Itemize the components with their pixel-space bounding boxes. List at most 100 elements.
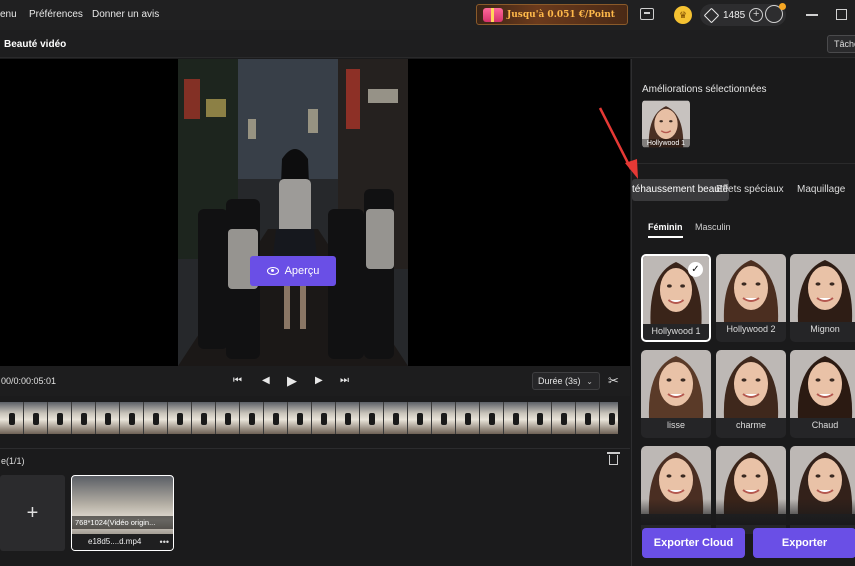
style-card[interactable]: Mignon	[790, 254, 855, 342]
more-options-icon[interactable]: •••	[160, 537, 169, 547]
filmstrip-frame	[408, 402, 432, 434]
file-count: e(1/1)	[1, 456, 25, 466]
filmstrip-frame	[432, 402, 456, 434]
style-card[interactable]: Hollywood 2	[716, 254, 786, 342]
minimize-icon[interactable]	[806, 14, 818, 16]
style-card[interactable]: Hollywood 1 ✓	[641, 254, 711, 342]
maximize-icon[interactable]	[836, 9, 847, 20]
tab-special-effects[interactable]: Effets spéciaux	[716, 179, 784, 201]
filmstrip-frame	[600, 402, 618, 434]
filmstrip-frame	[72, 402, 96, 434]
filmstrip-frame	[456, 402, 480, 434]
skip-back-icon[interactable]: ⏮	[233, 375, 242, 386]
filmstrip-frame	[336, 402, 360, 434]
skip-forward-icon[interactable]: ⏭	[340, 375, 349, 386]
subtab-feminine[interactable]: Féminin	[648, 222, 683, 238]
export-cloud-button[interactable]: Exporter Cloud	[642, 528, 745, 558]
scissors-icon[interactable]: ✂	[608, 373, 619, 389]
filmstrip-frame	[384, 402, 408, 434]
title-bar: Beauté vidéo Tâche	[0, 30, 855, 58]
filmstrip-frame	[240, 402, 264, 434]
playback-controls: 00/0:00:05:01 ⏮ ◀ ▶ ▶ ⏭ Durée (3s) ⌄ ✂	[0, 366, 630, 396]
enhancement-panel: Améliorations sélectionnées Hollywood 1 …	[631, 59, 855, 566]
preview-label: Aperçu	[284, 265, 320, 277]
tasks-button[interactable]: Tâche	[827, 35, 855, 53]
style-card[interactable]: lisse	[641, 350, 711, 438]
filmstrip-frame	[576, 402, 600, 434]
menu-item-feedback[interactable]: Donner un avis	[92, 9, 159, 20]
chevron-down-icon: ⌄	[586, 377, 593, 386]
crown-icon[interactable]: ♛	[674, 6, 692, 24]
style-card-label: Hollywood 1	[651, 326, 701, 336]
filmstrip-frame	[144, 402, 168, 434]
previous-frame-icon[interactable]: ◀	[262, 375, 270, 386]
timeline-filmstrip[interactable]	[0, 402, 618, 434]
trash-icon[interactable]	[607, 452, 620, 465]
filmstrip-frame	[24, 402, 48, 434]
selected-enhancement-thumb[interactable]: Hollywood 1	[642, 100, 690, 148]
filmstrip-frame	[264, 402, 288, 434]
style-card-label: Hollywood 2	[726, 324, 776, 334]
preview-stage: Aperçu	[0, 59, 630, 366]
tab-makeup[interactable]: Maquillage	[797, 179, 845, 201]
style-card-label: Chaud	[811, 420, 839, 430]
duration-select[interactable]: Durée (3s) ⌄	[532, 372, 600, 390]
face-image	[790, 350, 855, 418]
tab-beauty-enhancement[interactable]: téhaussement beauté	[632, 179, 729, 201]
filmstrip-frame	[96, 402, 120, 434]
style-card[interactable]: charme	[716, 350, 786, 438]
scroll-fade	[632, 499, 855, 525]
face-image	[716, 350, 786, 418]
video-preview	[178, 59, 408, 366]
add-credits-icon[interactable]: +	[749, 8, 764, 22]
credits-value: 1485	[723, 9, 746, 21]
gift-icon	[483, 7, 503, 22]
filmstrip-frame	[216, 402, 240, 434]
page-title: Beauté vidéo	[4, 39, 67, 50]
style-card-label: Mignon	[810, 324, 840, 334]
user-avatar-icon[interactable]	[765, 3, 786, 23]
duration-label: Durée (3s)	[538, 376, 581, 386]
filmstrip-frame	[48, 402, 72, 434]
checkmark-icon: ✓	[688, 262, 703, 277]
style-card-label: charme	[735, 420, 766, 430]
filmstrip-frame	[312, 402, 336, 434]
eye-icon	[266, 267, 279, 275]
promo-banner[interactable]: Jusqu'à 0.051 €/Point	[476, 4, 628, 25]
menu-item-preferences[interactable]: Préférences	[29, 9, 83, 20]
face-image	[716, 254, 786, 322]
filmstrip-frame	[192, 402, 216, 434]
preview-button[interactable]: Aperçu	[250, 256, 336, 286]
export-button[interactable]: Exporter	[753, 528, 855, 558]
timecode: 00/0:00:05:01	[1, 376, 57, 386]
filmstrip-frame	[288, 402, 312, 434]
annotation-arrow	[598, 107, 638, 179]
filmstrip-frame	[552, 402, 576, 434]
file-resolution: 768*1024(Vidéo origin...	[72, 516, 173, 529]
filmstrip-frame	[504, 402, 528, 434]
filmstrip-frame	[528, 402, 552, 434]
street-scene-image	[178, 59, 408, 366]
play-icon[interactable]: ▶	[287, 373, 297, 389]
add-file-button[interactable]: +	[0, 475, 65, 551]
filmstrip-frame	[168, 402, 192, 434]
face-image	[790, 254, 855, 322]
file-name: e18d5....d.mp4	[72, 534, 173, 550]
selected-enhancement-label: Hollywood 1	[642, 139, 690, 148]
menu-item-menu[interactable]: enu	[0, 9, 17, 20]
style-card[interactable]: Chaud	[790, 350, 855, 438]
menu-bar: enu Préférences Donner un avis Jusqu'à 0…	[0, 0, 855, 30]
promo-text: Jusqu'à 0.051 €/Point	[507, 9, 615, 20]
file-thumbnail[interactable]: 768*1024(Vidéo origin... e18d5....d.mp4 …	[71, 475, 174, 551]
next-frame-icon[interactable]: ▶	[315, 375, 323, 386]
subtab-masculine[interactable]: Masculin	[695, 222, 731, 232]
face-image	[641, 350, 711, 418]
filmstrip-frame	[120, 402, 144, 434]
diamond-icon	[703, 7, 720, 23]
divider	[632, 163, 855, 164]
selected-enhancements-title: Améliorations sélectionnées	[642, 84, 767, 95]
message-icon[interactable]	[640, 8, 654, 20]
style-card-label: lisse	[666, 420, 685, 430]
filmstrip-frame	[360, 402, 384, 434]
filmstrip-frame	[0, 402, 24, 434]
